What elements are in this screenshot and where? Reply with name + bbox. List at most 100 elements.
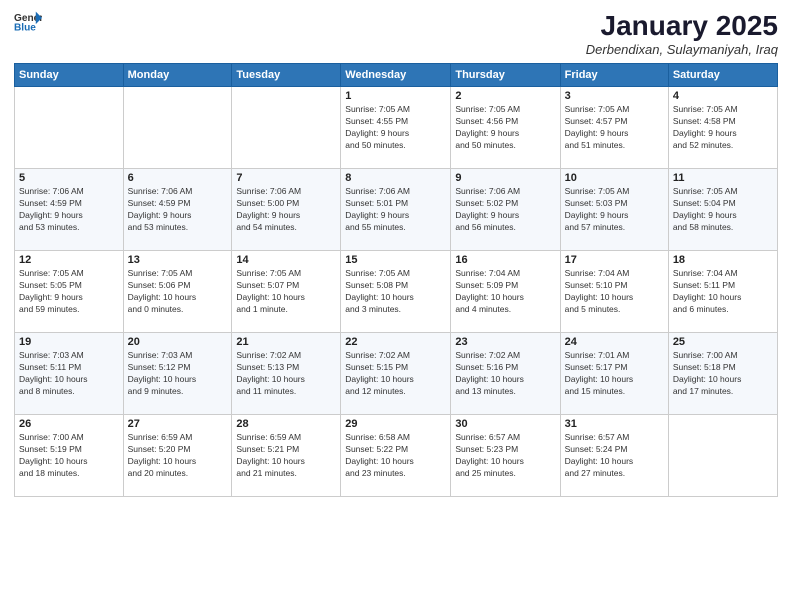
table-row: 24Sunrise: 7:01 AM Sunset: 5:17 PM Dayli… [560,333,668,415]
table-row: 30 Sunrise: 6:57 AM Sunset: 5:23 PM Dayli… [451,415,560,497]
calendar-title: January 2025 [586,10,778,42]
table-row: 29 Sunrise: 6:58 AM Sunset: 5:22 PM Dayli… [341,415,451,497]
table-row: 2 Sunrise: 7:05 AM Sunset: 4:56 PM Daylig… [451,87,560,169]
day-number: 18 [673,254,773,266]
calendar-week-row: 5 Sunrise: 7:06 AM Sunset: 4:59 PM Daylig… [15,169,778,251]
day-number: 29 [345,418,446,430]
table-row: 23 Sunrise: 7:02 AM Sunset: 5:16 PM Dayli… [451,333,560,415]
day-info: Sunrise: 7:05 AM Sunset: 5:06 PM Dayligh… [128,268,228,316]
day-info: Sunrise: 7:05 AM Sunset: 5:03 PM Dayligh… [565,186,664,234]
table-row: 20 Sunrise: 7:03 AM Sunset: 5:12 PM Dayli… [123,333,232,415]
table-row: 27 Sunrise: 6:59 AM Sunset: 5:20 PM Dayli… [123,415,232,497]
day-number: 28 [236,418,336,430]
day-number: 4 [673,90,773,102]
day-number: 5 [19,172,119,184]
day-number: 30 [455,418,555,430]
day-number: 11 [673,172,773,184]
title-block: January 2025 Derbendixan, Sulaymaniyah, … [586,10,778,57]
table-row: 7Sunrise: 7:06 AM Sunset: 5:00 PM Daylig… [232,169,341,251]
day-info: Sunrise: 7:06 AM Sunset: 5:01 PM Dayligh… [345,186,446,234]
day-info: Sunrise: 7:04 AM Sunset: 5:09 PM Dayligh… [455,268,555,316]
svg-text:Blue: Blue [14,22,36,32]
day-number: 2 [455,90,555,102]
header: General Blue January 2025 Derbendixan, S… [14,10,778,57]
day-number: 17 [565,254,664,266]
generalblue-logo-icon: General Blue [14,10,42,32]
day-number: 31 [565,418,664,430]
day-number: 21 [236,336,336,348]
day-info: Sunrise: 6:59 AM Sunset: 5:21 PM Dayligh… [236,432,336,480]
day-info: Sunrise: 7:05 AM Sunset: 4:58 PM Dayligh… [673,104,773,152]
day-number: 8 [345,172,446,184]
calendar-week-row: 12Sunrise: 7:05 AM Sunset: 5:05 PM Dayli… [15,251,778,333]
table-row [232,87,341,169]
day-number: 16 [455,254,555,266]
day-number: 20 [128,336,228,348]
page: General Blue January 2025 Derbendixan, S… [0,0,792,612]
day-info: Sunrise: 7:05 AM Sunset: 5:04 PM Dayligh… [673,186,773,234]
calendar-header-row: Sunday Monday Tuesday Wednesday Thursday… [15,64,778,87]
table-row: 6 Sunrise: 7:06 AM Sunset: 4:59 PM Daylig… [123,169,232,251]
day-number: 6 [128,172,228,184]
day-number: 27 [128,418,228,430]
day-info: Sunrise: 6:59 AM Sunset: 5:20 PM Dayligh… [128,432,228,480]
col-friday: Friday [560,64,668,87]
table-row: 25 Sunrise: 7:00 AM Sunset: 5:18 PM Dayli… [668,333,777,415]
day-info: Sunrise: 7:05 AM Sunset: 4:56 PM Dayligh… [455,104,555,152]
day-number: 9 [455,172,555,184]
calendar-subtitle: Derbendixan, Sulaymaniyah, Iraq [586,42,778,57]
table-row [15,87,124,169]
table-row: 8 Sunrise: 7:06 AM Sunset: 5:01 PM Daylig… [341,169,451,251]
calendar-week-row: 1 Sunrise: 7:05 AM Sunset: 4:55 PM Daylig… [15,87,778,169]
day-info: Sunrise: 7:06 AM Sunset: 4:59 PM Dayligh… [128,186,228,234]
day-info: Sunrise: 7:05 AM Sunset: 4:57 PM Dayligh… [565,104,664,152]
day-info: Sunrise: 7:05 AM Sunset: 4:55 PM Dayligh… [345,104,446,152]
col-thursday: Thursday [451,64,560,87]
day-info: Sunrise: 7:04 AM Sunset: 5:11 PM Dayligh… [673,268,773,316]
calendar-week-row: 26 Sunrise: 7:00 AM Sunset: 5:19 PM Dayli… [15,415,778,497]
day-info: Sunrise: 7:05 AM Sunset: 5:05 PM Dayligh… [19,268,119,316]
day-number: 1 [345,90,446,102]
day-info: Sunrise: 7:00 AM Sunset: 5:18 PM Dayligh… [673,350,773,398]
table-row: 4 Sunrise: 7:05 AM Sunset: 4:58 PM Daylig… [668,87,777,169]
day-info: Sunrise: 7:02 AM Sunset: 5:15 PM Dayligh… [345,350,446,398]
day-info: Sunrise: 7:06 AM Sunset: 5:00 PM Dayligh… [236,186,336,234]
table-row: 10 Sunrise: 7:05 AM Sunset: 5:03 PM Dayli… [560,169,668,251]
day-info: Sunrise: 7:05 AM Sunset: 5:07 PM Dayligh… [236,268,336,316]
day-info: Sunrise: 7:02 AM Sunset: 5:13 PM Dayligh… [236,350,336,398]
table-row: 5Sunrise: 7:06 AM Sunset: 4:59 PM Daylig… [15,169,124,251]
day-number: 26 [19,418,119,430]
calendar-table: Sunday Monday Tuesday Wednesday Thursday… [14,63,778,497]
table-row [123,87,232,169]
day-info: Sunrise: 6:58 AM Sunset: 5:22 PM Dayligh… [345,432,446,480]
table-row: 18 Sunrise: 7:04 AM Sunset: 5:11 PM Dayli… [668,251,777,333]
table-row: 26 Sunrise: 7:00 AM Sunset: 5:19 PM Dayli… [15,415,124,497]
day-info: Sunrise: 7:00 AM Sunset: 5:19 PM Dayligh… [19,432,119,480]
table-row [668,415,777,497]
day-info: Sunrise: 7:03 AM Sunset: 5:12 PM Dayligh… [128,350,228,398]
table-row: 3 Sunrise: 7:05 AM Sunset: 4:57 PM Daylig… [560,87,668,169]
day-info: Sunrise: 7:06 AM Sunset: 5:02 PM Dayligh… [455,186,555,234]
table-row: 28 Sunrise: 6:59 AM Sunset: 5:21 PM Dayli… [232,415,341,497]
day-number: 22 [345,336,446,348]
col-monday: Monday [123,64,232,87]
table-row: 31 Sunrise: 6:57 AM Sunset: 5:24 PM Dayli… [560,415,668,497]
day-number: 10 [565,172,664,184]
table-row: 21 Sunrise: 7:02 AM Sunset: 5:13 PM Dayli… [232,333,341,415]
table-row: 16 Sunrise: 7:04 AM Sunset: 5:09 PM Dayli… [451,251,560,333]
table-row: 1 Sunrise: 7:05 AM Sunset: 4:55 PM Daylig… [341,87,451,169]
table-row: 14 Sunrise: 7:05 AM Sunset: 5:07 PM Dayli… [232,251,341,333]
day-number: 14 [236,254,336,266]
day-info: Sunrise: 6:57 AM Sunset: 5:23 PM Dayligh… [455,432,555,480]
day-number: 13 [128,254,228,266]
table-row: 17Sunrise: 7:04 AM Sunset: 5:10 PM Dayli… [560,251,668,333]
day-number: 3 [565,90,664,102]
day-info: Sunrise: 6:57 AM Sunset: 5:24 PM Dayligh… [565,432,664,480]
day-number: 25 [673,336,773,348]
table-row: 11 Sunrise: 7:05 AM Sunset: 5:04 PM Dayli… [668,169,777,251]
col-saturday: Saturday [668,64,777,87]
day-info: Sunrise: 7:05 AM Sunset: 5:08 PM Dayligh… [345,268,446,316]
day-info: Sunrise: 7:02 AM Sunset: 5:16 PM Dayligh… [455,350,555,398]
table-row: 12Sunrise: 7:05 AM Sunset: 5:05 PM Dayli… [15,251,124,333]
day-number: 23 [455,336,555,348]
